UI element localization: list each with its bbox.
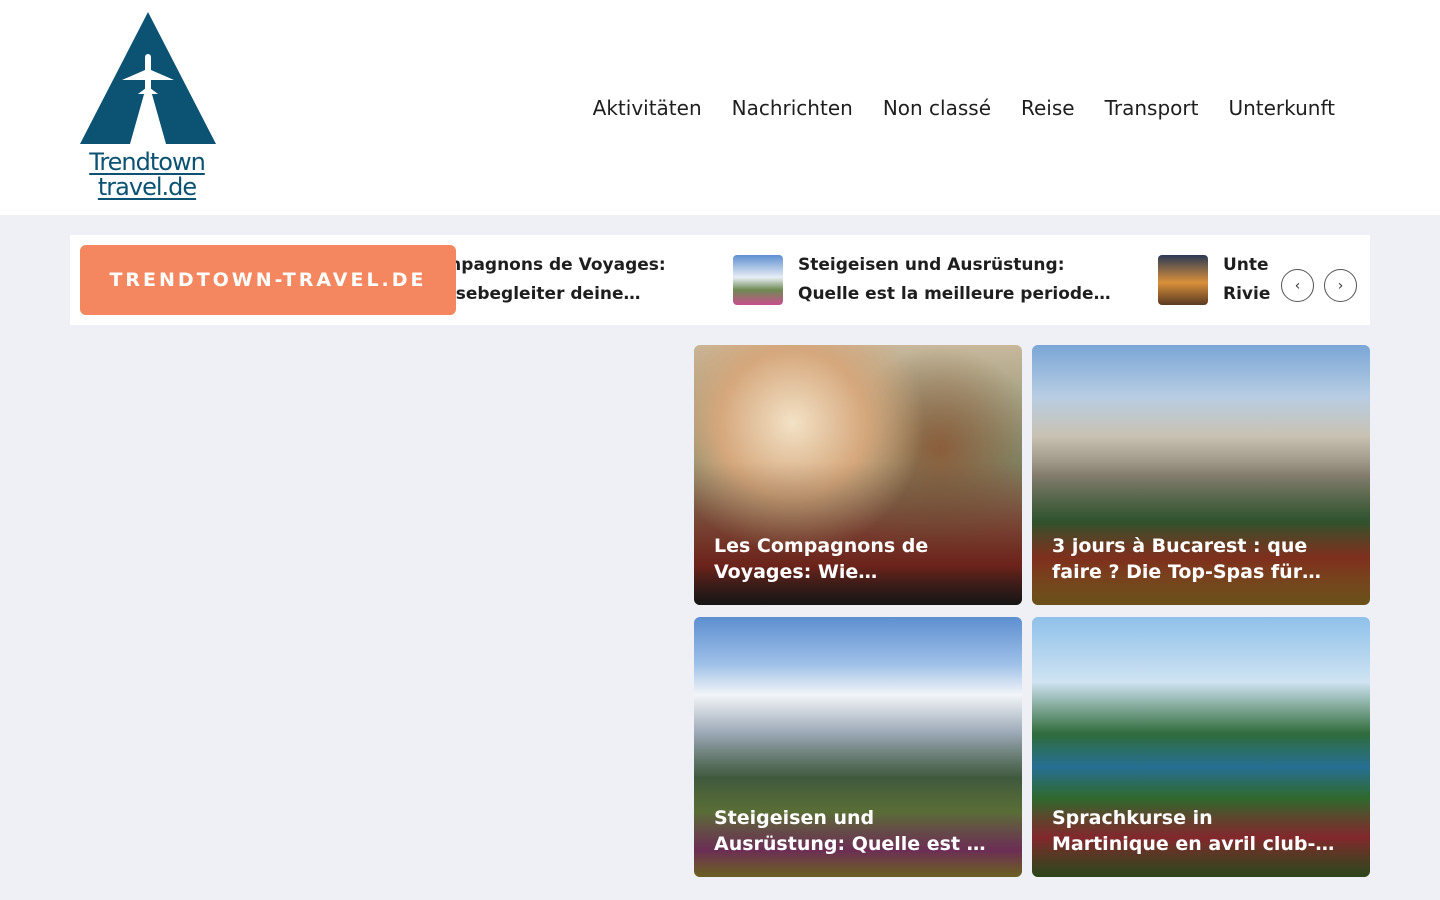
post-title-line-2: Voyages: Wie… — [714, 561, 878, 583]
ticker-next-button[interactable]: › — [1324, 269, 1357, 302]
chevron-right-icon: › — [1337, 277, 1344, 294]
ticker-thumbnail — [733, 255, 783, 305]
nav-item-transport[interactable]: Transport — [1105, 96, 1199, 120]
ticker-prev-button[interactable]: ‹ — [1281, 269, 1314, 302]
post-card[interactable]: Steigeisen und Ausrüstung: Quelle est … — [694, 617, 1022, 877]
ticker-track: Les Compagnons de Voyages: Ihre Reisebeg… — [456, 235, 1270, 325]
ticker-item-line-1: Unterkunft an der — [1223, 255, 1270, 275]
post-title-line-1: Steigeisen und — [714, 807, 875, 829]
nav-item-non-classe[interactable]: Non classé — [883, 96, 991, 120]
main-nav: Aktivitäten Nachrichten Non classé Reise… — [593, 96, 1335, 120]
ticker-item-title: Unterkunft an der Riviera — [1223, 251, 1270, 309]
nav-item-reise[interactable]: Reise — [1021, 96, 1075, 120]
nav-item-nachrichten[interactable]: Nachrichten — [732, 96, 853, 120]
site-logo[interactable]: Trendtown travel.de — [72, 10, 222, 205]
post-title[interactable]: Les Compagnons de Voyages: Wie… — [714, 533, 1004, 585]
news-ticker: TRENDTOWN-TRAVEL.DE Les Compagnons de Vo… — [70, 235, 1370, 325]
nav-item-unterkunft[interactable]: Unterkunft — [1228, 96, 1335, 120]
site-header: Trendtown travel.de Aktivitäten Nachrich… — [0, 0, 1440, 215]
ticker-thumbnail — [1158, 255, 1208, 305]
ticker-item[interactable]: Steigeisen und Ausrüstung: Quelle est la… — [733, 249, 1138, 311]
ticker-item-title: Les Compagnons de Voyages: Ihre Reisebeg… — [456, 251, 721, 309]
post-title[interactable]: Sprachkurse in Martinique en avril club-… — [1052, 805, 1352, 857]
post-title-line-2: Martinique en avril club-… — [1052, 833, 1335, 855]
ticker-item-title: Steigeisen und Ausrüstung: Quelle est la… — [798, 251, 1138, 309]
post-title[interactable]: 3 jours à Bucarest : que faire ? Die Top… — [1052, 533, 1352, 585]
airplane-logo-icon — [80, 12, 216, 144]
ticker-item-line-1: Les Compagnons de Voyages: — [456, 255, 666, 275]
post-title-line-1: Les Compagnons de — [714, 535, 929, 557]
ticker-item-line-2: Quelle est la meilleure periode… — [798, 284, 1111, 304]
logo-line-1: Trendtown — [89, 148, 206, 176]
post-card[interactable]: 3 jours à Bucarest : que faire ? Die Top… — [1032, 345, 1370, 605]
post-title-line-1: 3 jours à Bucarest : que — [1052, 535, 1308, 557]
ticker-label: TRENDTOWN-TRAVEL.DE — [80, 245, 456, 315]
post-title-line-1: Sprachkurse in — [1052, 807, 1213, 829]
post-card[interactable]: Les Compagnons de Voyages: Wie… — [694, 345, 1022, 605]
nav-item-aktivitaeten[interactable]: Aktivitäten — [593, 96, 702, 120]
post-title-line-2: faire ? Die Top-Spas für… — [1052, 561, 1322, 583]
post-title-line-2: Ausrüstung: Quelle est … — [714, 833, 986, 855]
ticker-item[interactable]: Unterkunft an der Riviera — [1158, 249, 1270, 311]
chevron-left-icon: ‹ — [1294, 277, 1301, 294]
post-title[interactable]: Steigeisen und Ausrüstung: Quelle est … — [714, 805, 1004, 857]
logo-line-2: travel.de — [97, 173, 197, 201]
ticker-item-line-2: Ihre Reisebegleiter deine… — [456, 284, 641, 304]
ticker-item-line-1: Steigeisen und Ausrüstung: — [798, 255, 1065, 275]
logo-wordmark: Trendtown travel.de — [72, 150, 222, 200]
post-card[interactable]: Sprachkurse in Martinique en avril club-… — [1032, 617, 1370, 877]
ticker-item-line-2: Riviera — [1223, 284, 1270, 304]
ticker-item[interactable]: Les Compagnons de Voyages: Ihre Reisebeg… — [456, 249, 721, 311]
